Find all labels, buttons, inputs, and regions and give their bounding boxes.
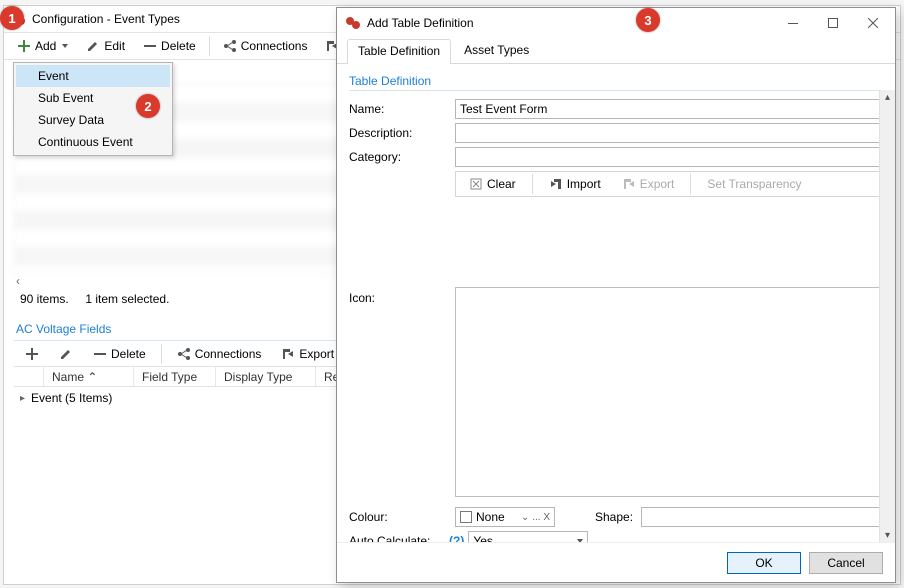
label-category: Category: (349, 150, 455, 164)
label-icon: Icon: (349, 291, 455, 305)
field-add-button[interactable] (18, 343, 46, 365)
annotation-step-1: 1 (0, 6, 24, 30)
group-table-definition: Table Definition (349, 72, 883, 91)
dialog-body: Table Definition Name: Description: Cate… (337, 64, 895, 542)
icon-export-button[interactable]: Export (615, 173, 682, 195)
field-connections-button[interactable]: Connections (170, 343, 269, 365)
connections-button[interactable]: Connections (216, 35, 315, 57)
main-title: Configuration - Event Types (32, 12, 180, 26)
help-icon[interactable]: (?) (449, 534, 464, 542)
separator (532, 174, 533, 194)
cancel-button[interactable]: Cancel (809, 552, 883, 574)
separator (690, 174, 691, 194)
dialog-footer: OK Cancel (337, 542, 895, 582)
label-colour: Colour: (349, 510, 455, 524)
shape-field[interactable] (641, 507, 883, 527)
maximize-button[interactable] (813, 9, 853, 37)
icon-preview-box[interactable] (455, 287, 883, 497)
close-button[interactable] (853, 9, 893, 37)
annotation-step-2: 2 (136, 94, 160, 118)
separator (161, 344, 162, 364)
name-field[interactable] (455, 99, 883, 119)
item-count: 90 items. (20, 292, 69, 306)
tab-asset-types[interactable]: Asset Types (453, 38, 540, 63)
label-auto-calculate: Auto Calculate: (349, 534, 445, 542)
minus-icon (143, 39, 157, 53)
col-display-type[interactable]: Display Type (216, 367, 316, 386)
connections-icon (177, 347, 191, 361)
scroll-down-icon[interactable]: ▾ (881, 528, 895, 542)
chevron-down-icon (577, 539, 583, 542)
connections-icon (223, 39, 237, 53)
colour-picker[interactable]: None ⌄ ... X (455, 507, 555, 527)
export-icon (622, 177, 636, 191)
expander-col (14, 367, 44, 386)
category-field[interactable] (455, 147, 883, 167)
vertical-scrollbar[interactable]: ▴ ▾ (879, 90, 895, 542)
tree-row-label: Event (5 Items) (31, 391, 112, 405)
clear-button[interactable]: Clear (462, 173, 523, 195)
plus-icon (17, 39, 31, 53)
auto-calculate-combo[interactable]: Yes (468, 531, 588, 542)
import-button[interactable]: Import (542, 173, 608, 195)
clear-icon (469, 177, 483, 191)
scroll-up-icon[interactable]: ▴ (881, 90, 895, 104)
edit-button[interactable]: Edit (79, 35, 132, 57)
field-edit-button[interactable] (52, 343, 80, 365)
label-shape: Shape: (595, 510, 633, 524)
dialog-titlebar[interactable]: Add Table Definition (337, 8, 895, 38)
export-icon (281, 347, 295, 361)
colour-swatch (460, 511, 472, 523)
plus-icon (25, 347, 39, 361)
chevron-down-icon (62, 44, 68, 48)
set-transparency-button[interactable]: Set Transparency (700, 173, 808, 195)
label-name: Name: (349, 102, 455, 116)
col-name[interactable]: Name ⌃ (44, 367, 134, 386)
selection-count: 1 item selected. (85, 292, 169, 306)
icon-toolbar: Clear Import Export Set Transparency (455, 171, 883, 197)
dialog-title: Add Table Definition (367, 16, 474, 30)
pencil-icon (59, 347, 73, 361)
menu-item-event[interactable]: Event (16, 65, 170, 87)
add-table-definition-dialog: Add Table Definition Table Definition As… (336, 7, 896, 583)
col-field-type[interactable]: Field Type (134, 367, 216, 386)
annotation-step-3: 3 (636, 8, 660, 32)
dialog-tabs: Table Definition Asset Types (337, 38, 895, 64)
app-logo-icon (345, 15, 361, 31)
chevron-right-icon: ▸ (20, 393, 25, 404)
label-description: Description: (349, 126, 455, 140)
pencil-icon (86, 39, 100, 53)
import-icon (549, 177, 563, 191)
ok-button[interactable]: OK (727, 552, 801, 574)
minus-icon (93, 347, 107, 361)
add-button[interactable]: Add (10, 35, 75, 57)
separator (209, 36, 210, 56)
field-delete-button[interactable]: Delete (86, 343, 153, 365)
minimize-button[interactable] (773, 9, 813, 37)
description-field[interactable] (455, 123, 883, 143)
menu-item-continuous-event[interactable]: Continuous Event (16, 131, 170, 153)
delete-button[interactable]: Delete (136, 35, 203, 57)
tab-table-definition[interactable]: Table Definition (347, 39, 451, 64)
